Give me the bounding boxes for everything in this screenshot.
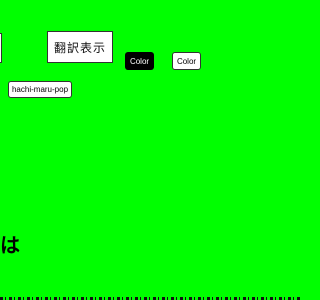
greeting-text: ちは	[0, 230, 60, 260]
color-button-dark[interactable]: Color	[125, 52, 154, 70]
color-button-light[interactable]: Color	[172, 52, 201, 70]
translate-display-button[interactable]: 翻訳表示	[47, 31, 113, 63]
color-button-light-label: Color	[176, 56, 197, 66]
translate-display-label: 翻訳表示	[53, 40, 106, 55]
font-select-label: hachi-maru-pop	[11, 85, 69, 94]
color-button-dark-label: Color	[129, 56, 150, 66]
partial-box	[0, 33, 2, 63]
greeting-visible-text: ちは	[0, 233, 20, 257]
font-select-button[interactable]: hachi-maru-pop	[8, 81, 72, 98]
